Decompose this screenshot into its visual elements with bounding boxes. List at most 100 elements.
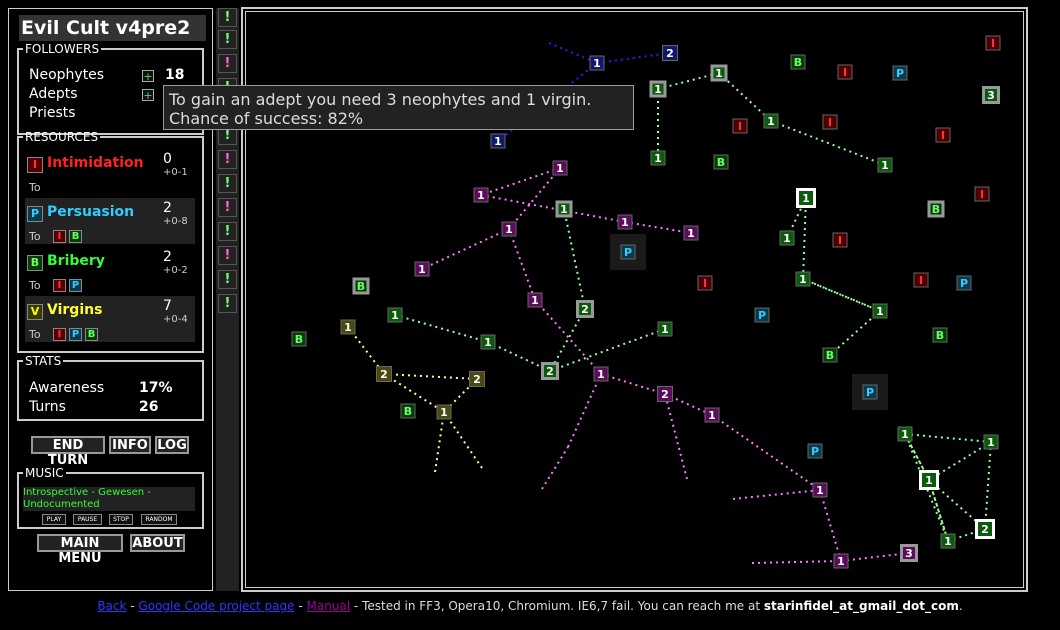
manual-link[interactable]: Manual	[307, 599, 351, 613]
map-node-purple[interactable]: 1	[812, 482, 828, 498]
map-node-np[interactable]: P	[892, 65, 908, 81]
alert-button[interactable]: !	[218, 54, 237, 73]
map-node-nb[interactable]: B	[713, 154, 729, 170]
map-node-purple[interactable]: 1	[617, 214, 633, 230]
map-node-green[interactable]: 1	[872, 303, 888, 319]
music-pause-button[interactable]: PAUSE	[73, 514, 102, 525]
map-node-label: 1	[767, 115, 775, 128]
map-node-red[interactable]: I	[822, 114, 838, 130]
convert-to-bribery-button[interactable]: B	[69, 230, 82, 243]
alert-button[interactable]: !	[218, 246, 237, 265]
google-code-link[interactable]: Google Code project page	[138, 599, 294, 613]
map-node-purple[interactable]: 1	[833, 553, 849, 569]
map-node-green[interactable]: 1	[779, 230, 795, 246]
convert-to-persuasion-button[interactable]: P	[69, 279, 82, 292]
alert-button[interactable]: !	[218, 198, 237, 217]
map-node-olive[interactable]: 2	[376, 366, 392, 382]
alert-button[interactable]: !	[218, 8, 237, 27]
alert-button[interactable]: !	[218, 174, 237, 193]
map-node-green[interactable]: 1	[940, 533, 956, 549]
map-node-green[interactable]: 1	[795, 271, 811, 287]
back-link[interactable]: Back	[97, 599, 126, 613]
map-node-red[interactable]: I	[985, 35, 1001, 51]
map-node-green[interactable]: 1	[650, 150, 666, 166]
map-node-olive[interactable]: 2	[469, 371, 485, 387]
alert-button[interactable]: !	[218, 294, 237, 313]
map-node-nb[interactable]: B	[790, 54, 806, 70]
map-node-blue[interactable]: 1	[490, 133, 506, 149]
map-node-nb[interactable]: B	[822, 347, 838, 363]
music-stop-button[interactable]: STOP	[109, 514, 133, 525]
map-node-blue[interactable]: 2	[662, 45, 678, 61]
log-button[interactable]: LOG	[155, 436, 189, 454]
end-turn-button[interactable]: END TURN	[31, 436, 105, 468]
map-node-white[interactable]: 1	[919, 470, 939, 490]
map-node-purple[interactable]: 1	[593, 366, 609, 382]
add-neophyte-button[interactable]: +	[142, 70, 154, 82]
map-node-green[interactable]: 1	[480, 334, 496, 350]
map-node-purple[interactable]: 1	[683, 225, 699, 241]
music-random-button[interactable]: RANDOM	[141, 514, 177, 525]
alert-button[interactable]: !	[218, 222, 237, 241]
persuasion-value: 2	[163, 200, 172, 216]
music-play-button[interactable]: PLAY	[42, 514, 66, 525]
map-node-red[interactable]: I	[837, 64, 853, 80]
map-node-nb[interactable]: B	[932, 327, 948, 343]
map-node-green[interactable]: 1	[897, 426, 913, 442]
map-node-np[interactable]: P	[956, 275, 972, 291]
map-node-nb[interactable]: B	[291, 331, 307, 347]
map-node-blue[interactable]: 1	[589, 55, 605, 71]
info-button[interactable]: INFO	[109, 436, 151, 454]
map-node-olive[interactable]: 1	[340, 319, 356, 335]
map-node-green[interactable]: 1	[877, 157, 893, 173]
map-node-red[interactable]: I	[832, 232, 848, 248]
map-node-green[interactable]: 1	[555, 200, 573, 218]
map-node-purple[interactable]: 1	[473, 187, 489, 203]
convert-to-intimidation-button[interactable]: I	[53, 279, 66, 292]
map-node-purple[interactable]: 2	[657, 386, 673, 402]
convert-to-intimidation-button[interactable]: I	[53, 230, 66, 243]
map-node-red[interactable]: I	[935, 127, 951, 143]
map-node-green[interactable]: 1	[657, 321, 673, 337]
alert-button[interactable]: !	[218, 270, 237, 289]
map-node-green[interactable]: 1	[649, 80, 667, 98]
map-node-purple[interactable]: 1	[501, 221, 517, 237]
map-node-label: 3	[905, 547, 913, 560]
map-node-green[interactable]: 1	[763, 113, 779, 129]
map-node-red[interactable]: I	[732, 118, 748, 134]
map-node-np[interactable]: P	[807, 443, 823, 459]
about-button[interactable]: ABOUT	[130, 534, 185, 552]
resource-persuasion: P Persuasion 2 +0-8 To I B	[25, 198, 195, 244]
map-node-red[interactable]: I	[913, 272, 929, 288]
convert-to-bribery-button[interactable]: B	[85, 328, 98, 341]
map-node-purple[interactable]: 1	[414, 261, 430, 277]
alert-button[interactable]: !	[218, 30, 237, 49]
map-node-np[interactable]: P	[852, 374, 888, 410]
map-node-green[interactable]: 1	[983, 434, 999, 450]
map-node-nb[interactable]: B	[352, 277, 370, 295]
map-node-green[interactable]: 3	[982, 86, 1000, 104]
map-node-white[interactable]: 1	[796, 188, 816, 208]
map-node-green[interactable]: 1	[710, 64, 728, 82]
map-node-purple[interactable]: 1	[527, 292, 543, 308]
map-node-green[interactable]: 2	[576, 300, 594, 318]
convert-to-intimidation-button[interactable]: I	[53, 328, 66, 341]
alert-button[interactable]: !	[218, 150, 237, 169]
map-node-olive[interactable]: 1	[436, 404, 452, 420]
map-node-red[interactable]: I	[974, 186, 990, 202]
map-node-purple[interactable]: 1	[552, 160, 568, 176]
map-node-np[interactable]: P	[610, 234, 646, 270]
map-node-purple[interactable]: 3	[900, 544, 918, 562]
map-node-purple[interactable]: 1	[704, 407, 720, 423]
map-node-green[interactable]: 1	[387, 307, 403, 323]
map-node-white[interactable]: 2	[975, 519, 995, 539]
map-node-nb[interactable]: B	[400, 403, 416, 419]
map-node-np[interactable]: P	[754, 307, 770, 323]
main-menu-button[interactable]: MAIN MENU	[37, 534, 123, 566]
map-node-green[interactable]: 2	[541, 362, 559, 380]
map-node-red[interactable]: I	[697, 275, 713, 291]
map-node-nb[interactable]: B	[927, 200, 945, 218]
add-adept-button[interactable]: +	[142, 89, 154, 101]
convert-to-persuasion-button[interactable]: P	[69, 328, 82, 341]
map-node-label: I	[738, 120, 742, 133]
